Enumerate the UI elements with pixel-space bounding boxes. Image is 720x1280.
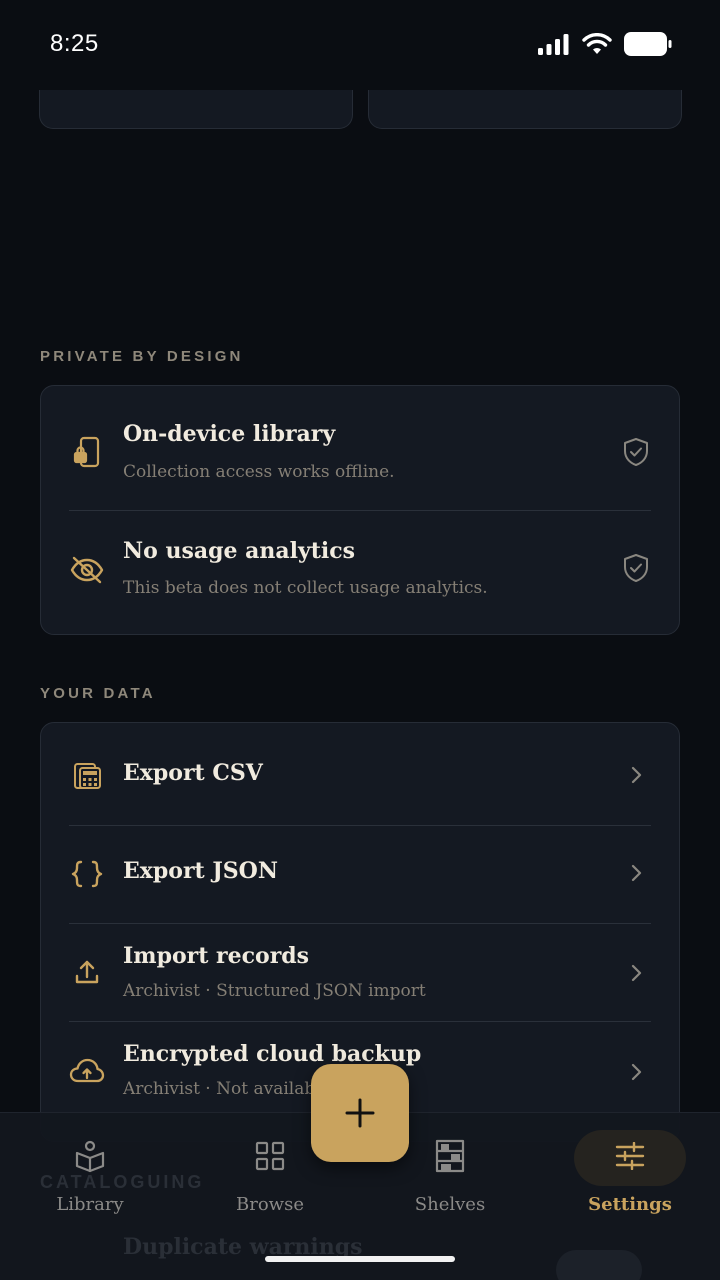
section-label-privacy: PRIVATE BY DESIGN [40,348,244,365]
grid-icon [252,1138,288,1174]
status-time: 8:25 [50,30,99,57]
nav-label: Shelves [414,1194,486,1215]
home-indicator [265,1256,455,1262]
phone-lock-icon [69,434,105,470]
battery-icon [624,32,672,56]
status-bar: 8:25 [0,0,720,90]
book-stand-icon [72,1138,108,1174]
signal-icon [538,34,569,55]
chevron-right-icon [621,1057,651,1087]
settings-screen: 8:25 PRIVATE BY DESIGN On-device library… [0,0,720,1280]
nav-settings[interactable]: Settings [560,1128,700,1228]
chevron-right-icon [621,858,651,888]
nav-label: Browse [236,1194,304,1215]
row-title: No usage analytics [123,538,356,564]
cloud-upload-icon [69,1053,105,1089]
row-title: Export CSV [123,760,263,786]
chevron-right-icon [621,958,651,988]
nav-library[interactable]: Library [20,1128,160,1228]
plus-icon [345,1098,375,1128]
row-subtitle: Collection access works offline. [123,462,395,482]
export-json-row[interactable]: Export JSON [41,825,679,923]
privacy-row-analytics: No usage analytics This beta does not co… [41,510,679,634]
privacy-card: On-device library Collection access work… [40,385,680,635]
calculator-icon [69,758,105,794]
status-icons [538,32,672,56]
row-subtitle: Archivist · Structured JSON import [123,981,426,1001]
braces-icon [69,856,105,892]
export-csv-row[interactable]: Export CSV [41,723,679,825]
import-records-row[interactable]: Import records Archivist · Structured JS… [41,923,679,1021]
bookshelf-icon [432,1138,468,1174]
shield-check-icon [621,437,651,467]
shield-check-icon [621,553,651,583]
add-button[interactable] [311,1064,409,1162]
row-title: Import records [123,943,310,969]
row-subtitle: This beta does not collect usage analyti… [123,578,488,598]
section-label-your-data: YOUR DATA [40,685,156,702]
privacy-row-on-device: On-device library Collection access work… [41,386,679,510]
chevron-right-icon [621,760,651,790]
wifi-icon [582,33,612,54]
nav-label: Settings [588,1194,672,1215]
row-title: Export JSON [123,858,278,884]
nav-label: Library [56,1194,124,1215]
eye-off-icon [69,552,105,588]
upload-icon [69,954,105,990]
duplicate-warnings-toggle[interactable] [556,1250,642,1280]
row-title: On-device library [123,421,336,447]
sliders-icon [612,1138,648,1174]
